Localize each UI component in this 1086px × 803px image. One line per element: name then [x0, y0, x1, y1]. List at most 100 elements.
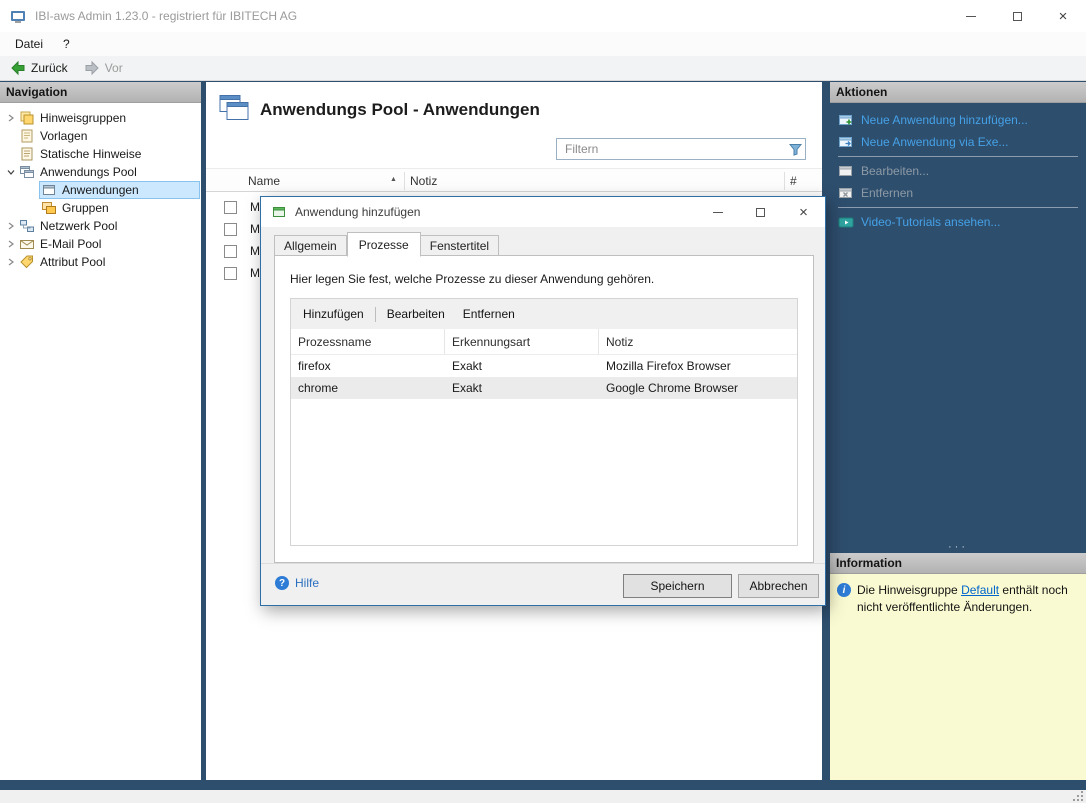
- cell-notiz: Google Chrome Browser: [599, 381, 797, 395]
- dialog-maximize-button[interactable]: [739, 197, 782, 227]
- row-name: M: [250, 244, 260, 258]
- column-header-prozessname[interactable]: Prozessname: [291, 329, 445, 354]
- filter-funnel-icon[interactable]: [785, 143, 805, 156]
- process-table-header: Prozessname Erkennungsart Notiz: [291, 329, 797, 355]
- information-message: Die Hinweisgruppe Default enthält noch n…: [857, 582, 1079, 617]
- forward-label: Vor: [105, 61, 123, 75]
- prozesse-tab-page: Hier legen Sie fest, welche Prozesse zu …: [274, 255, 814, 563]
- new-application-exe-icon: [838, 135, 854, 149]
- window-titlebar: IBI-aws Admin 1.23.0 - registriert für I…: [0, 0, 1086, 32]
- twisty-spacer: [27, 184, 39, 196]
- row-name: M: [250, 222, 260, 236]
- help-label: Hilfe: [295, 576, 319, 590]
- chevron-right-icon[interactable]: [5, 256, 17, 268]
- panel-splitter[interactable]: ···: [830, 541, 1086, 553]
- column-header-notiz[interactable]: Notiz: [410, 174, 437, 188]
- tab-fenstertitel[interactable]: Fenstertitel: [421, 235, 499, 256]
- sidebar-item-attribut-pool[interactable]: Attribut Pool: [0, 253, 201, 271]
- resize-grip-icon[interactable]: [1073, 791, 1084, 802]
- row-checkbox[interactable]: [224, 245, 237, 258]
- chevron-right-icon[interactable]: [5, 238, 17, 250]
- application-pool-page-icon: [219, 94, 249, 121]
- dialog-title: Anwendung hinzufügen: [295, 205, 420, 219]
- actions-panel: Neue Anwendung hinzufügen... Neue Anwend…: [830, 103, 1086, 233]
- filter-input[interactable]: [557, 142, 785, 156]
- sidebar-item-email-pool[interactable]: E-Mail Pool: [0, 235, 201, 253]
- maximize-icon: [1013, 12, 1022, 21]
- help-link[interactable]: ? Hilfe: [275, 576, 319, 590]
- actions-divider: [838, 207, 1078, 208]
- default-group-link[interactable]: Default: [961, 583, 999, 597]
- dialog-footer: ? Hilfe Speichern Abbrechen: [261, 563, 825, 605]
- sidebar-item-gruppen[interactable]: Gruppen: [0, 199, 201, 217]
- action-new-application-via-exe[interactable]: Neue Anwendung via Exe...: [830, 131, 1086, 153]
- dialog-minimize-button[interactable]: [696, 197, 739, 227]
- action-new-application[interactable]: Neue Anwendung hinzufügen...: [830, 109, 1086, 131]
- selected-tree-item[interactable]: Anwendungen: [39, 181, 200, 199]
- menu-help[interactable]: ?: [53, 32, 80, 56]
- dialog-close-button[interactable]: ×: [782, 197, 825, 227]
- action-video-tutorials[interactable]: Video-Tutorials ansehen...: [830, 211, 1086, 233]
- navigation-tree: Hinweisgruppen Vorlagen Statische Hinwei…: [0, 103, 201, 271]
- action-label: Bearbeiten...: [861, 164, 929, 178]
- network-pool-icon: [19, 218, 35, 234]
- email-pool-icon: [19, 236, 35, 252]
- cell-notiz: Mozilla Firefox Browser: [599, 359, 797, 373]
- remove-process-button[interactable]: Entfernen: [454, 303, 524, 325]
- video-tutorials-icon: [838, 216, 854, 229]
- sidebar-item-vorlagen[interactable]: Vorlagen: [0, 127, 201, 145]
- minimize-button[interactable]: [948, 0, 994, 32]
- hint-groups-icon: [19, 110, 35, 126]
- cell-erkennungsart: Exakt: [445, 359, 599, 373]
- static-hints-icon: [19, 146, 35, 162]
- chevron-down-icon[interactable]: [5, 166, 17, 178]
- menubar: Datei ?: [0, 32, 1086, 56]
- info-icon: i: [837, 583, 851, 597]
- process-row-firefox[interactable]: firefox Exakt Mozilla Firefox Browser: [291, 355, 797, 377]
- column-header-count[interactable]: #: [790, 174, 797, 188]
- minimize-icon: [966, 16, 976, 17]
- dialog-tabs: Allgemein Prozesse Fenstertitel: [274, 231, 499, 256]
- minimize-icon: [713, 212, 723, 213]
- column-divider: [784, 172, 785, 190]
- tree-item-label: Hinweisgruppen: [40, 111, 126, 125]
- process-row-chrome[interactable]: chrome Exakt Google Chrome Browser: [291, 377, 797, 399]
- cell-prozessname: chrome: [291, 381, 445, 395]
- action-label: Neue Anwendung hinzufügen...: [861, 113, 1028, 127]
- maximize-button[interactable]: [994, 0, 1040, 32]
- dialog-titlebar: Anwendung hinzufügen ×: [261, 197, 825, 227]
- dialog-icon: [271, 204, 287, 220]
- row-checkbox[interactable]: [224, 267, 237, 280]
- cell-prozessname: firefox: [291, 359, 445, 373]
- add-process-button[interactable]: Hinzufügen: [294, 303, 373, 325]
- column-header-name[interactable]: Name: [248, 174, 280, 188]
- tree-item-label: Vorlagen: [40, 129, 87, 143]
- row-checkbox[interactable]: [224, 223, 237, 236]
- tab-allgemein[interactable]: Allgemein: [274, 235, 347, 256]
- row-name: M: [250, 266, 260, 280]
- sidebar-item-netzwerk-pool[interactable]: Netzwerk Pool: [0, 217, 201, 235]
- edit-process-button[interactable]: Bearbeiten: [378, 303, 454, 325]
- new-application-icon: [838, 113, 854, 127]
- column-header-erkennungsart[interactable]: Erkennungsart: [445, 329, 599, 354]
- close-button[interactable]: ×: [1040, 0, 1086, 32]
- sidebar-item-anwendungen[interactable]: Anwendungen: [0, 181, 201, 199]
- chevron-right-icon[interactable]: [5, 112, 17, 124]
- tree-item-label: Gruppen: [62, 201, 109, 215]
- navigation-panel: Navigation Hinweisgruppen Vorlagen: [0, 82, 201, 780]
- process-list-control: Hinzufügen Bearbeiten Entfernen Prozessn…: [290, 298, 798, 546]
- tree-item-label: Netzwerk Pool: [40, 219, 117, 233]
- back-button[interactable]: Zurück: [10, 60, 68, 76]
- row-checkbox[interactable]: [224, 201, 237, 214]
- sidebar-item-statische-hinweise[interactable]: Statische Hinweise: [0, 145, 201, 163]
- tree-item-label: E-Mail Pool: [40, 237, 101, 251]
- save-button[interactable]: Speichern: [623, 574, 732, 598]
- menu-datei[interactable]: Datei: [5, 32, 53, 56]
- twisty-spacer: [27, 202, 39, 214]
- cancel-button[interactable]: Abbrechen: [738, 574, 819, 598]
- tab-prozesse[interactable]: Prozesse: [347, 232, 421, 257]
- sidebar-item-hinweisgruppen[interactable]: Hinweisgruppen: [0, 109, 201, 127]
- column-header-notiz[interactable]: Notiz: [599, 329, 797, 354]
- sidebar-item-anwendungs-pool[interactable]: Anwendungs Pool: [0, 163, 201, 181]
- chevron-right-icon[interactable]: [5, 220, 17, 232]
